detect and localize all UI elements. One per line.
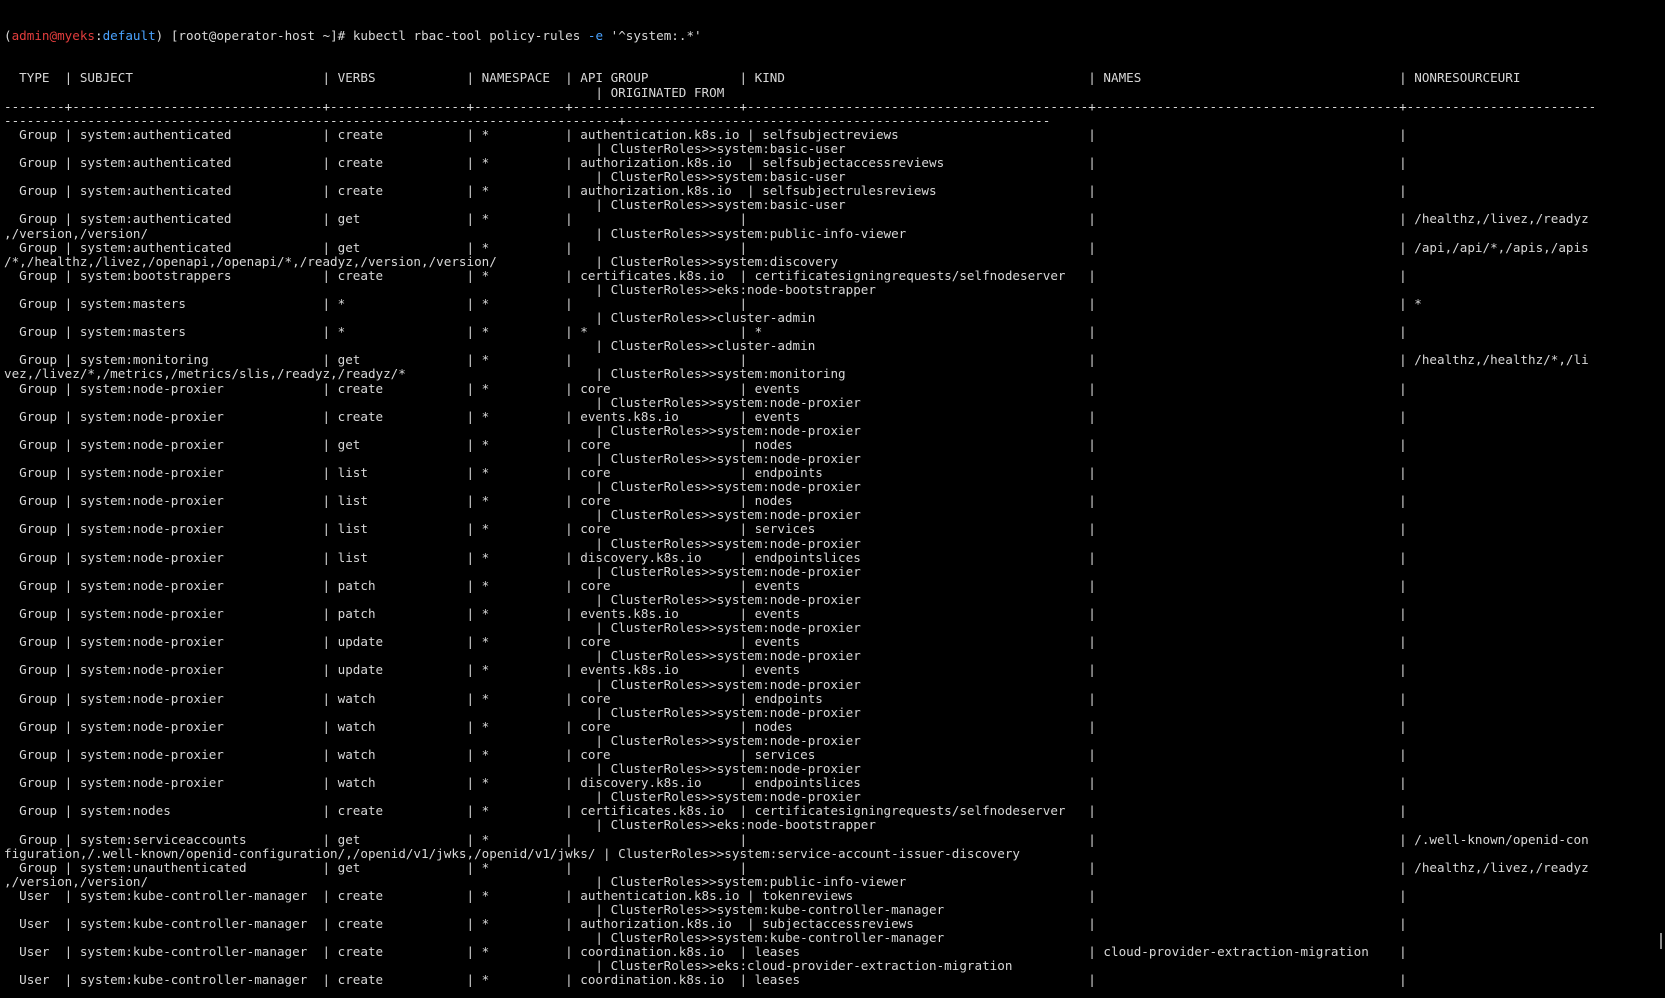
output-line: Group | system:authenticated | create | … [4, 155, 1407, 171]
output-line: Group | system:node-proxier | get | * | … [4, 436, 1407, 452]
output-line: TYPE | SUBJECT | VERBS | NAMESPACE | API… [4, 70, 1521, 86]
output-line: Group | system:authenticated | create | … [4, 183, 1407, 199]
command-flag: -e [587, 28, 604, 44]
output-line: | ClusterRoles>>system:node-proxier [4, 761, 861, 777]
output-line: | ClusterRoles>>eks:cloud-provider-extra… [4, 958, 1013, 974]
output-line: Group | system:node-proxier | list | * |… [4, 493, 1407, 509]
scrollbar-thumb[interactable] [1660, 933, 1662, 949]
output-line: | ClusterRoles>>system:node-proxier [4, 422, 861, 438]
output-line: ----------------------------------------… [4, 112, 1051, 128]
output-line: | ClusterRoles>>eks:node-bootstrapper [4, 817, 876, 833]
output-line: Group | system:authenticated | create | … [4, 126, 1407, 142]
output-line: ,/version,/version/ | ClusterRoles>>syst… [4, 225, 907, 241]
output-line: Group | system:node-proxier | watch | * … [4, 746, 1407, 762]
output-line: User | system:kube-controller-manager | … [4, 887, 1407, 903]
output-line: | ClusterRoles>>system:basic-user [4, 140, 846, 156]
output-line: | ClusterRoles>>system:basic-user [4, 197, 846, 213]
output-line: Group | system:masters | * | * | | | | * [4, 295, 1422, 311]
output-line: | ClusterRoles>>system:node-proxier [4, 789, 861, 805]
output-line: | ClusterRoles>>system:node-proxier [4, 535, 861, 551]
output-line: | ClusterRoles>>system:node-proxier [4, 394, 861, 410]
output-line: vez,/livez/*,/metrics,/metrics/slis,/rea… [4, 366, 846, 382]
output-line: | ClusterRoles>>system:node-proxier [4, 676, 861, 692]
output-line: | ClusterRoles>>cluster-admin [4, 310, 816, 326]
output-line: Group | system:authenticated | get | * |… [4, 239, 1589, 255]
output-line: Group | system:node-proxier | list | * |… [4, 465, 1407, 481]
output-line: | ClusterRoles>>system:node-proxier [4, 451, 861, 466]
output-line: Group | system:bootstrappers | create | … [4, 267, 1407, 283]
command-text: kubectl rbac-tool policy-rules [352, 28, 588, 44]
command-output: TYPE | SUBJECT | VERBS | NAMESPACE | API… [4, 71, 1659, 987]
output-line: | ClusterRoles>>eks:node-bootstrapper [4, 281, 876, 297]
output-line: | ClusterRoles>>system:node-proxier [4, 591, 861, 607]
output-line: figuration,/.well-known/openid-configura… [4, 845, 1020, 861]
output-line: Group | system:node-proxier | list | * |… [4, 549, 1407, 565]
output-line: User | system:kube-controller-manager | … [4, 916, 1407, 932]
output-line: Group | system:node-proxier | create | *… [4, 380, 1407, 396]
output-line: Group | system:node-proxier | list | * |… [4, 521, 1407, 537]
output-line: --------+-------------------------------… [4, 98, 1597, 114]
command-argument: '^system:.*' [603, 28, 702, 44]
output-line: Group | system:masters | * | * | * | * |… [4, 324, 1407, 340]
output-line: Group | system:node-proxier | watch | * … [4, 718, 1407, 734]
output-line: | ClusterRoles>>system:node-proxier [4, 704, 861, 720]
output-line: User | system:kube-controller-manager | … [4, 944, 1407, 960]
output-line: /*,/healthz,/livez,/openapi,/openapi/*,/… [4, 253, 839, 269]
output-line: Group | system:node-proxier | patch | * … [4, 606, 1407, 622]
output-line: Group | system:node-proxier | patch | * … [4, 577, 1407, 593]
prompt-user-host: admin@myeks [11, 28, 95, 44]
output-line: | ClusterRoles>>system:node-proxier [4, 732, 861, 748]
output-line: Group | system:serviceaccounts | get | *… [4, 831, 1589, 847]
output-line: Group | system:node-proxier | watch | * … [4, 690, 1407, 706]
output-line: User | system:kube-controller-manager | … [4, 972, 1407, 988]
prompt-open-paren: ( [4, 28, 12, 44]
output-line: Group | system:node-proxier | create | *… [4, 408, 1407, 424]
output-line: | ORIGINATED FROM [4, 84, 725, 100]
prompt-colon: : [95, 28, 103, 44]
prompt-line: (admin@myeks:default) [root@operator-hos… [4, 29, 1659, 43]
output-line: Group | system:node-proxier | update | *… [4, 634, 1407, 650]
output-line: | ClusterRoles>>system:node-proxier [4, 479, 861, 495]
output-line: Group | system:unauthenticated | get | *… [4, 859, 1589, 875]
output-line: | ClusterRoles>>system:node-proxier [4, 620, 861, 636]
output-line: | ClusterRoles>>cluster-admin [4, 338, 816, 354]
output-line: Group | system:monitoring | get | * | | … [4, 352, 1589, 368]
output-line: | ClusterRoles>>system:node-proxier [4, 563, 861, 579]
output-line: | ClusterRoles>>system:node-proxier [4, 507, 861, 523]
output-line: | ClusterRoles>>system:kube-controller-m… [4, 902, 945, 917]
prompt-shell: [root@operator-host ~]# [163, 28, 353, 44]
output-line: Group | system:nodes | create | * | cert… [4, 803, 1407, 819]
prompt-context: default [102, 28, 156, 44]
output-line: | ClusterRoles>>system:node-proxier [4, 648, 861, 664]
output-line: Group | system:authenticated | get | * |… [4, 211, 1589, 227]
terminal-window[interactable]: (admin@myeks:default) [root@operator-hos… [4, 1, 1659, 997]
output-line: Group | system:node-proxier | update | *… [4, 662, 1407, 678]
output-line: | ClusterRoles>>system:basic-user [4, 169, 846, 185]
output-line: | ClusterRoles>>system:kube-controller-m… [4, 930, 945, 946]
output-line: ,/version,/version/ | ClusterRoles>>syst… [4, 873, 907, 889]
output-line: Group | system:node-proxier | watch | * … [4, 775, 1407, 791]
